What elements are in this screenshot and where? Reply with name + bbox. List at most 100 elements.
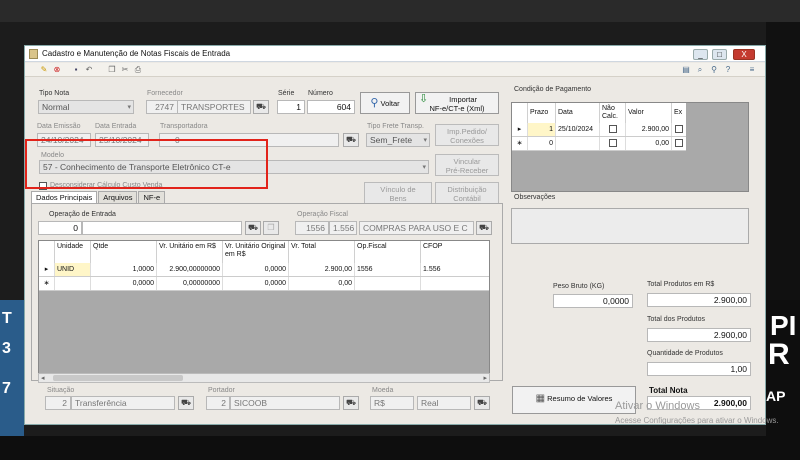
operacao-entrada-label: Operação de Entrada: [49, 211, 116, 218]
column-header[interactable]: Valor: [626, 103, 672, 123]
tools-icon[interactable]: ✂: [120, 65, 130, 75]
situacao-field[interactable]: Transferência: [71, 396, 175, 410]
tab-nfe[interactable]: NF-e: [138, 191, 166, 203]
operacao-entrada-copy-button[interactable]: ❐: [263, 221, 279, 235]
windows-activation-subtitle: Acesse Configurações para ativar o Windo…: [615, 416, 779, 425]
transportadora-lookup-button[interactable]: ⛟: [343, 133, 359, 147]
operacao-fiscal-code-field[interactable]: 1556: [295, 221, 329, 235]
scrollbar-thumb[interactable]: [53, 375, 183, 381]
operacao-entrada-lookup-button[interactable]: ⛟: [245, 221, 261, 235]
calculator-icon: ▦: [535, 393, 546, 404]
items-grid-scrollbar[interactable]: ◂ ▸: [38, 373, 490, 383]
situacao-lookup-button[interactable]: ⛟: [178, 396, 194, 410]
table-row[interactable]: ▸ 1 25/10/2024 2.900,00: [512, 123, 686, 137]
peso-bruto-field[interactable]: 0,0000: [553, 294, 633, 308]
transportadora-label: Transportadora: [160, 123, 208, 130]
scroll-right-icon[interactable]: ▸: [483, 374, 487, 382]
column-header[interactable]: CFOP: [421, 241, 489, 263]
tab-arquivos[interactable]: Arquivos: [98, 191, 138, 203]
column-header[interactable]: Op.Fiscal: [355, 241, 421, 263]
print-icon[interactable]: ⎙: [133, 65, 143, 75]
fornecedor-code-field[interactable]: 2747: [146, 100, 178, 114]
column-header[interactable]: Prazo: [528, 103, 556, 123]
menu-icon[interactable]: ≡: [747, 65, 757, 75]
tab-bar: Dados Principais Arquivos NF-e: [31, 191, 166, 203]
edit-icon[interactable]: ✎: [39, 65, 49, 75]
report-icon[interactable]: ▤: [681, 65, 691, 75]
observacoes-label: Observações: [514, 194, 556, 201]
column-header[interactable]: Unidade: [55, 241, 91, 263]
tipo-frete-select[interactable]: Sem_Frete ▾: [366, 133, 430, 147]
fornecedor-name-field[interactable]: TRANSPORTES: [177, 100, 251, 114]
save-icon[interactable]: ▪: [71, 65, 81, 75]
search-icon[interactable]: ⚲: [709, 65, 719, 75]
column-header[interactable]: Vr. Unitário em R$: [157, 241, 223, 263]
maximize-button[interactable]: □: [712, 49, 727, 60]
items-grid[interactable]: Unidade Qtde Vr. Unitário em R$ Vr. Unit…: [38, 240, 490, 382]
windows-activation-title: Ativar o Windows: [615, 400, 700, 412]
nf-entrada-window: Cadastro e Manutenção de Notas Fiscais d…: [24, 45, 766, 425]
moeda-field[interactable]: Real: [417, 396, 471, 410]
pagamento-grid[interactable]: Prazo Data Não Calc. Valor Ex ▸ 1 25/10/…: [511, 102, 749, 192]
cancel-icon[interactable]: ⊗: [52, 65, 62, 75]
operacao-fiscal-lookup-button[interactable]: ⛟: [476, 221, 492, 235]
nao-calc-checkbox[interactable]: [608, 125, 617, 133]
voltar-button[interactable]: ⚲ Voltar: [360, 92, 410, 114]
column-header[interactable]: Não Calc.: [600, 103, 626, 123]
operacao-entrada-code-field[interactable]: 0: [38, 221, 82, 235]
portador-code-field[interactable]: 2: [206, 396, 230, 410]
operacao-entrada-desc-field[interactable]: [82, 221, 242, 235]
column-header[interactable]: Data: [556, 103, 600, 123]
ex-checkbox[interactable]: [675, 125, 683, 133]
total-produtos-field[interactable]: 2.900,00: [647, 328, 751, 342]
pagamento-title: Condição de Pagamento: [514, 86, 592, 93]
column-header[interactable]: Qtde: [91, 241, 157, 263]
numero-field[interactable]: 604: [307, 100, 355, 114]
moeda-code-field[interactable]: R$: [370, 396, 414, 410]
pagamento-header-row: Prazo Data Não Calc. Valor Ex: [512, 103, 686, 123]
vincular-pre-receber-button[interactable]: Vincular Pré-Receber: [435, 154, 499, 176]
column-header[interactable]: Vr. Unitário Original em R$: [223, 241, 289, 263]
column-header[interactable]: Ex: [672, 103, 686, 123]
observacoes-field[interactable]: [511, 208, 749, 244]
minimize-button[interactable]: _: [693, 49, 708, 60]
copy-icon[interactable]: ❐: [107, 65, 117, 75]
operacao-fiscal-label: Operação Fiscal: [297, 211, 348, 218]
moeda-lookup-button[interactable]: ⛟: [474, 396, 490, 410]
table-row[interactable]: ▸ UNID 1,0000 2.900,00000000 0,0000 2.90…: [39, 263, 489, 277]
toolbar: ✎ ⊗ ▪ ↶ ❐ ✂ ⎙ ▤ ⌕ ⚲ ? ≡: [25, 63, 765, 77]
column-header[interactable]: Vr. Total: [289, 241, 355, 263]
operacao-fiscal-desc-field[interactable]: COMPRAS PARA USO E C: [359, 221, 474, 235]
total-produtos-rs-label: Total Produtos em R$: [647, 281, 715, 288]
close-button[interactable]: X: [733, 49, 755, 60]
serie-field[interactable]: 1: [277, 100, 305, 114]
situacao-code-field[interactable]: 2: [45, 396, 71, 410]
operacao-fiscal-cfop-field[interactable]: 1.556: [329, 221, 357, 235]
nao-calc-checkbox[interactable]: [608, 139, 617, 147]
table-row[interactable]: ∗ 0 0,00: [512, 137, 686, 151]
import-icon: ⇩: [419, 93, 429, 105]
highlight-box: [25, 139, 268, 189]
tipo-nota-select[interactable]: Normal ▾: [38, 100, 134, 114]
scroll-left-icon[interactable]: ◂: [41, 374, 45, 382]
vinculo-bens-button[interactable]: Vínculo de Bens: [364, 182, 432, 204]
importar-xml-button[interactable]: ⇩ Importar NF-e/CT-e (Xml): [415, 92, 499, 114]
undo-icon[interactable]: ↶: [84, 65, 94, 75]
table-row[interactable]: ∗ 0,0000 0,00000000 0,0000 0,00: [39, 277, 489, 291]
form-icon: [29, 49, 38, 59]
ex-checkbox[interactable]: [675, 139, 683, 147]
portador-field[interactable]: SICOOB: [230, 396, 340, 410]
quantidade-field[interactable]: 1,00: [647, 362, 751, 376]
fornecedor-lookup-button[interactable]: ⛟: [253, 100, 269, 114]
serie-label: Série: [278, 90, 295, 97]
search-icon: ⚲: [370, 97, 379, 109]
chevron-down-icon: ▾: [422, 164, 426, 171]
imp-pedido-button[interactable]: Imp.Pedido/Conexões: [435, 124, 499, 146]
help-icon[interactable]: ?: [723, 65, 733, 75]
chevron-down-icon: ▾: [127, 104, 131, 111]
tab-dados-principais[interactable]: Dados Principais: [31, 191, 98, 203]
total-produtos-rs-field[interactable]: 2.900,00: [647, 293, 751, 307]
portador-lookup-button[interactable]: ⛟: [343, 396, 359, 410]
distribuicao-contabil-button[interactable]: Distribuição Contábil: [435, 182, 499, 204]
zoom-icon[interactable]: ⌕: [695, 65, 705, 75]
